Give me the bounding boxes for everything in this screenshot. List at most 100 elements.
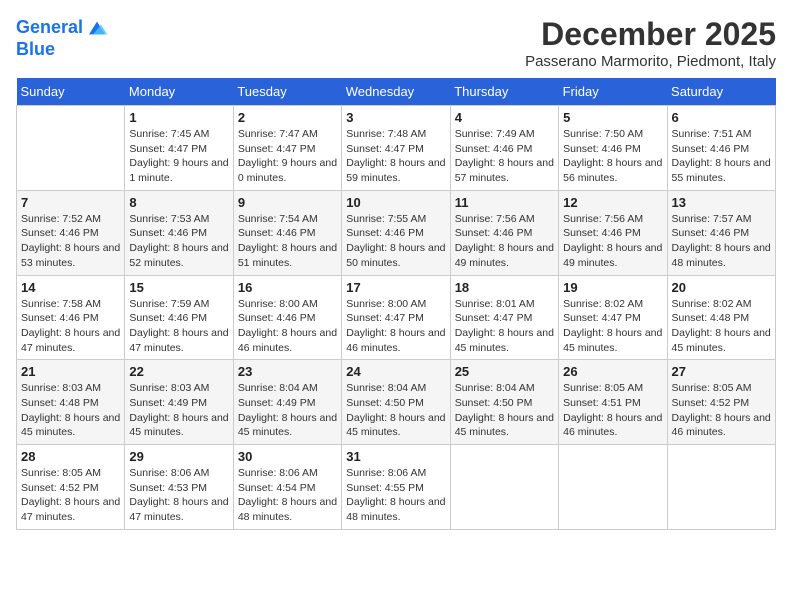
calendar-cell: 3Sunrise: 7:48 AMSunset: 4:47 PMDaylight… <box>342 106 450 191</box>
logo: General Blue <box>16 16 109 60</box>
day-number: 28 <box>21 449 120 464</box>
day-number: 12 <box>563 195 662 210</box>
calendar-table: SundayMondayTuesdayWednesdayThursdayFrid… <box>16 78 776 530</box>
cell-info: Sunrise: 7:51 AMSunset: 4:46 PMDaylight:… <box>672 127 771 186</box>
day-number: 4 <box>455 110 554 125</box>
calendar-cell: 13 Sunrise: 7:57 AMSunset: 4:46 PMDayligh… <box>667 190 775 275</box>
cell-info: Sunrise: 7:50 AMSunset: 4:46 PMDaylight:… <box>563 127 662 186</box>
calendar-cell: 29Sunrise: 8:06 AMSunset: 4:53 PMDayligh… <box>125 445 233 530</box>
cell-info: Sunrise: 7:47 AMSunset: 4:47 PMDaylight:… <box>238 127 337 186</box>
cell-info: Sunrise: 7:53 AMSunset: 4:46 PMDaylight:… <box>129 212 228 271</box>
logo-text-blue: Blue <box>16 40 109 60</box>
cell-info: Sunrise: 7:56 AMSunset: 4:46 PMDaylight:… <box>455 212 554 271</box>
week-row-3: 14 Sunrise: 7:58 AMSunset: 4:46 PMDayligh… <box>17 275 776 360</box>
cell-info: Sunrise: 7:56 AMSunset: 4:46 PMDaylight:… <box>563 212 662 271</box>
week-row-4: 21 Sunrise: 8:03 AMSunset: 4:48 PMDayligh… <box>17 360 776 445</box>
calendar-cell <box>559 445 667 530</box>
cell-info: Sunrise: 7:54 AMSunset: 4:46 PMDaylight:… <box>238 212 337 271</box>
calendar-cell <box>667 445 775 530</box>
week-row-1: 1 Sunrise: 7:45 AMSunset: 4:47 PMDaylight… <box>17 106 776 191</box>
day-number: 10 <box>346 195 445 210</box>
calendar-cell: 27 Sunrise: 8:05 AMSunset: 4:52 PMDayligh… <box>667 360 775 445</box>
calendar-cell: 5 Sunrise: 7:50 AMSunset: 4:46 PMDaylight… <box>559 106 667 191</box>
day-number: 16 <box>238 280 337 295</box>
day-number: 25 <box>455 364 554 379</box>
calendar-cell: 18 Sunrise: 8:01 AMSunset: 4:47 PMDayligh… <box>450 275 558 360</box>
day-number: 30 <box>238 449 337 464</box>
calendar-cell: 25 Sunrise: 8:04 AMSunset: 4:50 PMDayligh… <box>450 360 558 445</box>
cell-info: Sunrise: 8:05 AMSunset: 4:52 PMDaylight:… <box>672 381 771 440</box>
calendar-cell: 14 Sunrise: 7:58 AMSunset: 4:46 PMDayligh… <box>17 275 125 360</box>
calendar-cell: 28 Sunrise: 8:05 AMSunset: 4:52 PMDayligh… <box>17 445 125 530</box>
day-number: 20 <box>672 280 771 295</box>
logo-text: General <box>16 18 83 38</box>
cell-info: Sunrise: 8:04 AMSunset: 4:50 PMDaylight:… <box>455 381 554 440</box>
day-header-wednesday: Wednesday <box>342 78 450 106</box>
day-number: 13 <box>672 195 771 210</box>
calendar-cell <box>17 106 125 191</box>
calendar-cell: 19 Sunrise: 8:02 AMSunset: 4:47 PMDayligh… <box>559 275 667 360</box>
cell-info: Sunrise: 8:04 AMSunset: 4:50 PMDaylight:… <box>346 381 445 440</box>
cell-info: Sunrise: 8:06 AMSunset: 4:54 PMDaylight:… <box>238 466 337 525</box>
day-header-friday: Friday <box>559 78 667 106</box>
title-block: December 2025 Passerano Marmorito, Piedm… <box>525 16 776 70</box>
cell-info: Sunrise: 7:48 AMSunset: 4:47 PMDaylight:… <box>346 127 445 186</box>
day-number: 19 <box>563 280 662 295</box>
day-number: 5 <box>563 110 662 125</box>
calendar-cell: 30 Sunrise: 8:06 AMSunset: 4:54 PMDayligh… <box>233 445 341 530</box>
day-number: 21 <box>21 364 120 379</box>
day-number: 18 <box>455 280 554 295</box>
day-header-saturday: Saturday <box>667 78 775 106</box>
day-number: 14 <box>21 280 120 295</box>
calendar-cell: 1 Sunrise: 7:45 AMSunset: 4:47 PMDaylight… <box>125 106 233 191</box>
day-header-monday: Monday <box>125 78 233 106</box>
calendar-cell: 24Sunrise: 8:04 AMSunset: 4:50 PMDayligh… <box>342 360 450 445</box>
day-number: 9 <box>238 195 337 210</box>
calendar-cell <box>450 445 558 530</box>
days-header-row: SundayMondayTuesdayWednesdayThursdayFrid… <box>17 78 776 106</box>
week-row-2: 7Sunrise: 7:52 AMSunset: 4:46 PMDaylight… <box>17 190 776 275</box>
calendar-cell: 4 Sunrise: 7:49 AMSunset: 4:46 PMDaylight… <box>450 106 558 191</box>
day-number: 15 <box>129 280 228 295</box>
calendar-cell: 15 Sunrise: 7:59 AMSunset: 4:46 PMDayligh… <box>125 275 233 360</box>
cell-info: Sunrise: 7:45 AMSunset: 4:47 PMDaylight:… <box>129 127 228 186</box>
calendar-cell: 20 Sunrise: 8:02 AMSunset: 4:48 PMDayligh… <box>667 275 775 360</box>
cell-info: Sunrise: 7:49 AMSunset: 4:46 PMDaylight:… <box>455 127 554 186</box>
cell-info: Sunrise: 8:04 AMSunset: 4:49 PMDaylight:… <box>238 381 337 440</box>
calendar-cell: 7Sunrise: 7:52 AMSunset: 4:46 PMDaylight… <box>17 190 125 275</box>
calendar-cell: 31 Sunrise: 8:06 AMSunset: 4:55 PMDayligh… <box>342 445 450 530</box>
calendar-cell: 9 Sunrise: 7:54 AMSunset: 4:46 PMDaylight… <box>233 190 341 275</box>
month-title: December 2025 <box>525 16 776 53</box>
day-header-sunday: Sunday <box>17 78 125 106</box>
cell-info: Sunrise: 8:02 AMSunset: 4:47 PMDaylight:… <box>563 297 662 356</box>
cell-info: Sunrise: 8:06 AMSunset: 4:53 PMDaylight:… <box>129 466 228 525</box>
calendar-cell: 26 Sunrise: 8:05 AMSunset: 4:51 PMDayligh… <box>559 360 667 445</box>
calendar-cell: 6 Sunrise: 7:51 AMSunset: 4:46 PMDaylight… <box>667 106 775 191</box>
day-number: 26 <box>563 364 662 379</box>
cell-info: Sunrise: 7:58 AMSunset: 4:46 PMDaylight:… <box>21 297 120 356</box>
day-number: 1 <box>129 110 228 125</box>
cell-info: Sunrise: 8:05 AMSunset: 4:52 PMDaylight:… <box>21 466 120 525</box>
day-number: 22 <box>129 364 228 379</box>
calendar-cell: 2 Sunrise: 7:47 AMSunset: 4:47 PMDaylight… <box>233 106 341 191</box>
cell-info: Sunrise: 8:06 AMSunset: 4:55 PMDaylight:… <box>346 466 445 525</box>
cell-info: Sunrise: 8:03 AMSunset: 4:49 PMDaylight:… <box>129 381 228 440</box>
day-number: 31 <box>346 449 445 464</box>
day-number: 27 <box>672 364 771 379</box>
day-header-thursday: Thursday <box>450 78 558 106</box>
day-number: 2 <box>238 110 337 125</box>
calendar-cell: 11Sunrise: 7:56 AMSunset: 4:46 PMDayligh… <box>450 190 558 275</box>
cell-info: Sunrise: 8:05 AMSunset: 4:51 PMDaylight:… <box>563 381 662 440</box>
cell-info: Sunrise: 8:02 AMSunset: 4:48 PMDaylight:… <box>672 297 771 356</box>
location-subtitle: Passerano Marmorito, Piedmont, Italy <box>525 53 776 70</box>
cell-info: Sunrise: 8:01 AMSunset: 4:47 PMDaylight:… <box>455 297 554 356</box>
day-number: 6 <box>672 110 771 125</box>
cell-info: Sunrise: 7:57 AMSunset: 4:46 PMDaylight:… <box>672 212 771 271</box>
day-number: 7 <box>21 195 120 210</box>
day-number: 23 <box>238 364 337 379</box>
calendar-cell: 8Sunrise: 7:53 AMSunset: 4:46 PMDaylight… <box>125 190 233 275</box>
cell-info: Sunrise: 8:03 AMSunset: 4:48 PMDaylight:… <box>21 381 120 440</box>
day-number: 17 <box>346 280 445 295</box>
cell-info: Sunrise: 7:59 AMSunset: 4:46 PMDaylight:… <box>129 297 228 356</box>
calendar-cell: 17Sunrise: 8:00 AMSunset: 4:47 PMDayligh… <box>342 275 450 360</box>
